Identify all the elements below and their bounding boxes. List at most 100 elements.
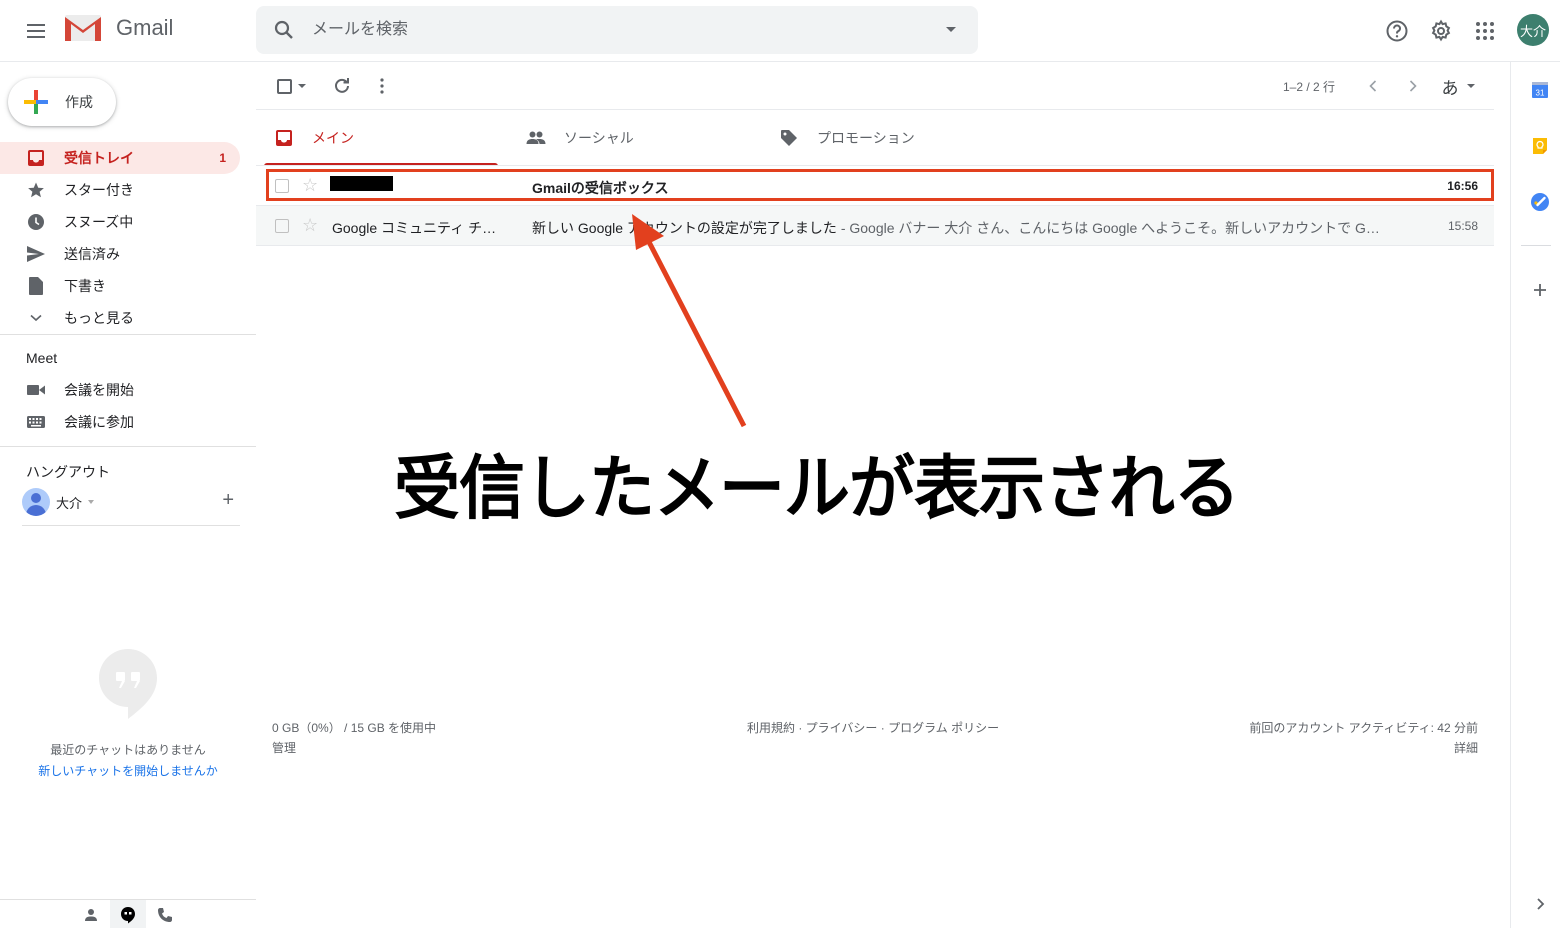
last-activity: 前回のアカウント アクティビティ: 42 分前 (1249, 721, 1478, 735)
nav-item-snoozed[interactable]: スヌーズ中 (0, 206, 240, 238)
nav-item-sent[interactable]: 送信済み (0, 238, 240, 270)
refresh-button[interactable] (330, 74, 354, 98)
search-options-icon[interactable] (946, 27, 956, 32)
apps-button[interactable] (1468, 14, 1502, 48)
inbox-icon (274, 128, 294, 148)
chats-tab[interactable] (110, 900, 146, 928)
chevron-down-icon (26, 309, 46, 327)
add-chat-icon[interactable]: + (222, 489, 234, 512)
nav-label: 会議に参加 (64, 414, 134, 430)
email-row[interactable]: ☆ Gmailの受信ボックス 16:56 (256, 166, 1494, 206)
nav-label: 送信済み (64, 246, 120, 262)
add-addon-button[interactable] (1530, 280, 1552, 302)
nav-label: 下書き (64, 278, 106, 294)
subject-text: Gmailの受信ボックス (532, 180, 669, 196)
input-tools-button[interactable]: あ (1438, 74, 1478, 98)
meet-nav: 会議を開始 会議に参加 (0, 374, 256, 438)
meet-join-button[interactable]: 会議に参加 (0, 406, 240, 438)
main-menu-button[interactable] (20, 15, 52, 47)
hangouts-user[interactable]: 大介 + (22, 487, 242, 517)
nav-item-more[interactable]: もっと見る (0, 302, 240, 334)
nav-label: スター付き (64, 182, 134, 198)
apps-icon (1476, 22, 1494, 40)
clock-icon (26, 213, 46, 231)
nav-item-inbox[interactable]: 受信トレイ 1 (0, 142, 240, 174)
nav-item-drafts[interactable]: 下書き (0, 270, 240, 302)
calendar-button[interactable]: 31 (1530, 80, 1552, 102)
nav-label: スヌーズ中 (64, 214, 134, 230)
category-tabs: メイン ソーシャル プロモーション (256, 110, 1494, 166)
compose-button[interactable]: 作成 (8, 78, 116, 126)
tab-social[interactable]: ソーシャル (516, 110, 750, 166)
search-input[interactable] (312, 6, 912, 54)
more-options-button[interactable] (370, 74, 394, 98)
next-page-button[interactable] (1401, 74, 1425, 98)
chevron-left-icon (1369, 80, 1377, 92)
star-outline-icon[interactable]: ☆ (302, 215, 318, 236)
expand-panel-button[interactable] (1530, 894, 1552, 916)
keep-button[interactable] (1530, 136, 1552, 158)
divider (0, 334, 256, 335)
hangouts-user-name: 大介 (56, 495, 83, 511)
tasks-icon (1531, 193, 1549, 211)
app-header: Gmail 大介 (0, 0, 1560, 62)
gmail-logo[interactable]: Gmail (64, 14, 173, 42)
sidebar: 作成 受信トレイ 1 スター付き スヌーズ中 送信済み 下書き もっと見る Me… (0, 62, 256, 928)
tab-primary[interactable]: メイン (264, 110, 498, 166)
email-subject: Gmailの受信ボックス (532, 178, 668, 198)
calls-tab[interactable] (147, 900, 183, 928)
prev-page-button[interactable] (1361, 74, 1385, 98)
help-button[interactable] (1380, 14, 1414, 48)
tab-label: メイン (312, 130, 354, 146)
keep-icon (1533, 138, 1547, 154)
email-time: 15:58 (1447, 219, 1478, 233)
calendar-icon: 31 (1532, 82, 1548, 98)
row-checkbox[interactable] (275, 179, 289, 193)
app-name: Gmail (116, 15, 174, 40)
side-panel: 31 (1510, 62, 1560, 928)
divider (22, 525, 240, 526)
settings-button[interactable] (1424, 14, 1458, 48)
nav-label: 会議を開始 (64, 382, 134, 398)
details-link[interactable]: 詳細 (1249, 738, 1478, 758)
unread-count: 1 (219, 151, 226, 165)
start-chat-link[interactable]: 新しいチャットを開始しませんか (38, 762, 218, 779)
person-icon (85, 908, 97, 921)
compose-plus-icon (24, 90, 48, 114)
star-outline-icon[interactable]: ☆ (302, 175, 318, 196)
star-icon (26, 181, 46, 199)
tab-label: プロモーション (817, 130, 915, 146)
tab-label: ソーシャル (564, 130, 634, 146)
tasks-button[interactable] (1530, 192, 1552, 214)
tab-promotions[interactable]: プロモーション (769, 110, 1003, 166)
keyboard-icon (26, 413, 46, 431)
redacted-sender (330, 176, 393, 191)
search-bar[interactable] (256, 6, 978, 54)
row-checkbox[interactable] (275, 219, 289, 233)
storage-usage: 0 GB（0%） / 15 GB を使用中 (272, 721, 437, 735)
select-all-checkbox[interactable] (272, 74, 310, 98)
account-avatar[interactable]: 大介 (1517, 14, 1549, 46)
checkbox-icon (276, 78, 292, 94)
manage-storage-link[interactable]: 管理 (272, 738, 436, 758)
policy-links[interactable]: 利用規約 · プライバシー · プログラム ポリシー (747, 718, 999, 738)
search-icon[interactable] (272, 18, 296, 42)
gmail-logo-icon (65, 15, 101, 41)
hangouts-quote-icon (99, 649, 157, 719)
email-row[interactable]: ☆ Google コミュニティ チ… 新しい Google アカウントの設定が完… (256, 206, 1494, 246)
meet-title: Meet (26, 350, 58, 366)
settings-icon (1431, 19, 1451, 42)
nav-item-starred[interactable]: スター付き (0, 174, 240, 206)
email-snippet: - Google バナー 大介 さん、こんにちは Google へようこそ。新し… (836, 220, 1380, 236)
input-tool-label: あ (1441, 78, 1459, 98)
menu-icon (27, 24, 45, 26)
phone-icon (158, 907, 172, 922)
contacts-tab[interactable] (73, 900, 109, 928)
storage-info: 0 GB（0%） / 15 GB を使用中 管理 (272, 718, 436, 758)
meet-start-button[interactable]: 会議を開始 (0, 374, 240, 406)
email-time: 16:56 (1447, 179, 1478, 193)
caret-down-icon[interactable] (88, 500, 95, 504)
mail-toolbar: 1–2 / 2 行 あ (256, 62, 1494, 110)
chevron-right-icon (1537, 898, 1545, 910)
hangouts-title: ハングアウト (26, 464, 110, 480)
